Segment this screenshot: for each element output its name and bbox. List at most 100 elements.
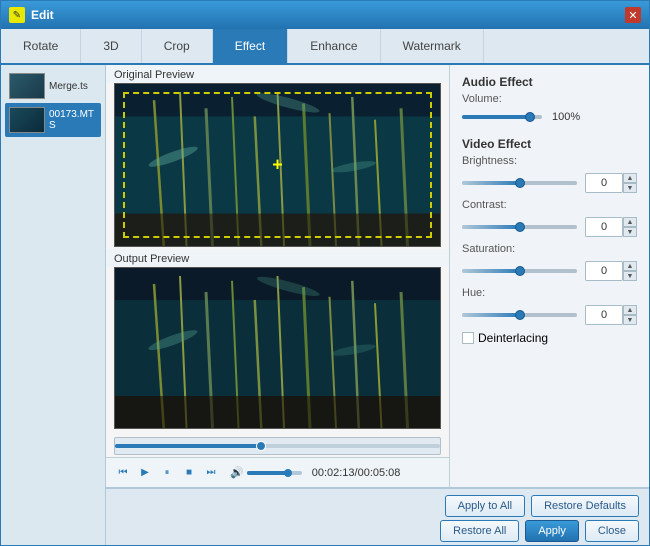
brightness-label: Brightness: (462, 155, 517, 167)
bottom-row1: Apply to All Restore Defaults (106, 489, 649, 520)
saturation-down[interactable]: ▼ (623, 271, 637, 281)
title-bar: ✎ Edit ✕ (1, 1, 649, 29)
brightness-slider-row: 0 ▲ ▼ (462, 173, 637, 193)
preview-area: Original Preview (106, 65, 649, 487)
stop-button[interactable]: ■ (180, 464, 198, 482)
saturation-slider[interactable] (462, 269, 577, 273)
saturation-up[interactable]: ▲ (623, 261, 637, 271)
deinterlacing-row: Deinterlacing (462, 331, 637, 345)
close-dialog-button[interactable]: Close (585, 520, 639, 542)
tabs-bar: Rotate 3D Crop Effect Enhance Watermark (1, 29, 649, 65)
contrast-input-group: 0 ▲ ▼ (585, 217, 637, 237)
saturation-slider-row: 0 ▲ ▼ (462, 261, 637, 281)
brightness-spin: ▲ ▼ (623, 173, 637, 193)
contrast-slider-row: 0 ▲ ▼ (462, 217, 637, 237)
hue-label: Hue: (462, 287, 517, 299)
main-content: Original Preview (106, 65, 649, 545)
brightness-down[interactable]: ▼ (623, 183, 637, 193)
close-button[interactable]: ✕ (625, 7, 641, 23)
contrast-value[interactable]: 0 (585, 217, 623, 237)
brightness-up[interactable]: ▲ (623, 173, 637, 183)
volume-label: Volume: (462, 93, 517, 105)
hue-input-group: 0 ▲ ▼ (585, 305, 637, 325)
video-panels: Original Preview (106, 65, 449, 487)
hue-spin: ▲ ▼ (623, 305, 637, 325)
brightness-value[interactable]: 0 (585, 173, 623, 193)
saturation-value[interactable]: 0 (585, 261, 623, 281)
hue-label-row: Hue: (462, 287, 637, 299)
saturation-label: Saturation: (462, 243, 517, 255)
volume-control: 🔊 (230, 466, 302, 479)
contrast-label-row: Contrast: (462, 199, 637, 211)
hue-up[interactable]: ▲ (623, 305, 637, 315)
apply-to-all-button[interactable]: Apply to All (445, 495, 525, 517)
main-window: ✎ Edit ✕ Rotate 3D Crop Effect Enhance W… (0, 0, 650, 546)
skip-to-end-button[interactable]: ⏭ (202, 464, 220, 482)
play-button[interactable]: ▶ (136, 464, 154, 482)
controls-bar: ⏮ ▶ ⏸ ■ ⏭ 🔊 00:02:13/00:05:08 (106, 457, 449, 487)
tab-3d[interactable]: 3D (81, 29, 141, 63)
hue-slider[interactable] (462, 313, 577, 317)
brightness-label-row: Brightness: (462, 155, 637, 167)
contrast-label: Contrast: (462, 199, 517, 211)
app-icon: ✎ (9, 7, 25, 23)
file-name-merge: Merge.ts (49, 81, 88, 92)
right-effects-panel: Audio Effect Volume: 100% (449, 65, 649, 487)
original-preview-label: Original Preview (106, 65, 449, 83)
saturation-input-group: 0 ▲ ▼ (585, 261, 637, 281)
volume-icon: 🔊 (230, 466, 244, 479)
tab-watermark[interactable]: Watermark (381, 29, 484, 63)
content-area: Merge.ts 00173.MTS Original Preview (1, 65, 649, 545)
output-video-content (115, 268, 440, 428)
tab-enhance[interactable]: Enhance (288, 29, 380, 63)
output-preview-section: Output Preview (106, 249, 449, 433)
volume-slider[interactable] (247, 471, 302, 475)
crosshair-icon: + (272, 155, 283, 176)
hue-slider-row: 0 ▲ ▼ (462, 305, 637, 325)
hue-down[interactable]: ▼ (623, 315, 637, 325)
tab-effect[interactable]: Effect (213, 29, 288, 63)
hue-value[interactable]: 0 (585, 305, 623, 325)
volume-row: Volume: (462, 93, 637, 105)
deinterlacing-label: Deinterlacing (478, 331, 548, 345)
time-display: 00:02:13/00:05:08 (312, 467, 401, 479)
brightness-input-group: 0 ▲ ▼ (585, 173, 637, 193)
audio-effect-title: Audio Effect (462, 75, 637, 89)
tab-crop[interactable]: Crop (142, 29, 213, 63)
file-item-00173[interactable]: 00173.MTS (5, 103, 101, 137)
volume-value: 100% (552, 111, 587, 123)
deinterlacing-checkbox[interactable] (462, 332, 474, 344)
apply-button[interactable]: Apply (525, 520, 579, 542)
contrast-spin: ▲ ▼ (623, 217, 637, 237)
file-item-merge[interactable]: Merge.ts (5, 69, 101, 103)
volume-slider-track[interactable] (462, 115, 542, 119)
tab-rotate[interactable]: Rotate (1, 29, 81, 63)
file-thumb-merge (9, 73, 45, 99)
file-name-00173: 00173.MTS (49, 109, 97, 131)
file-list: Merge.ts 00173.MTS (1, 65, 106, 545)
saturation-spin: ▲ ▼ (623, 261, 637, 281)
restore-all-button[interactable]: Restore All (440, 520, 519, 542)
output-preview-label: Output Preview (106, 249, 449, 267)
contrast-up[interactable]: ▲ (623, 217, 637, 227)
contrast-slider[interactable] (462, 225, 577, 229)
original-preview-section: Original Preview (106, 65, 449, 249)
restore-defaults-button[interactable]: Restore Defaults (531, 495, 639, 517)
pause-button[interactable]: ⏸ (158, 464, 176, 482)
file-thumb-00173 (9, 107, 45, 133)
volume-slider-row: 100% (462, 111, 637, 123)
saturation-label-row: Saturation: (462, 243, 637, 255)
bottom-bar: Apply to All Restore Defaults Restore Al… (106, 487, 649, 545)
brightness-slider[interactable] (462, 181, 577, 185)
original-video-frame: + (114, 83, 441, 247)
skip-to-start-button[interactable]: ⏮ (114, 464, 132, 482)
bottom-row2: Restore All Apply Close (106, 520, 649, 545)
original-video-content: + (115, 84, 440, 246)
video-effect-title: Video Effect (462, 137, 637, 151)
output-video-frame (114, 267, 441, 429)
timeline-bar[interactable] (114, 437, 441, 455)
audio-effect-section: Audio Effect Volume: 100% (462, 75, 637, 129)
contrast-down[interactable]: ▼ (623, 227, 637, 237)
video-effect-section: Video Effect Brightness: 0 (462, 137, 637, 345)
window-title: Edit (31, 8, 625, 22)
